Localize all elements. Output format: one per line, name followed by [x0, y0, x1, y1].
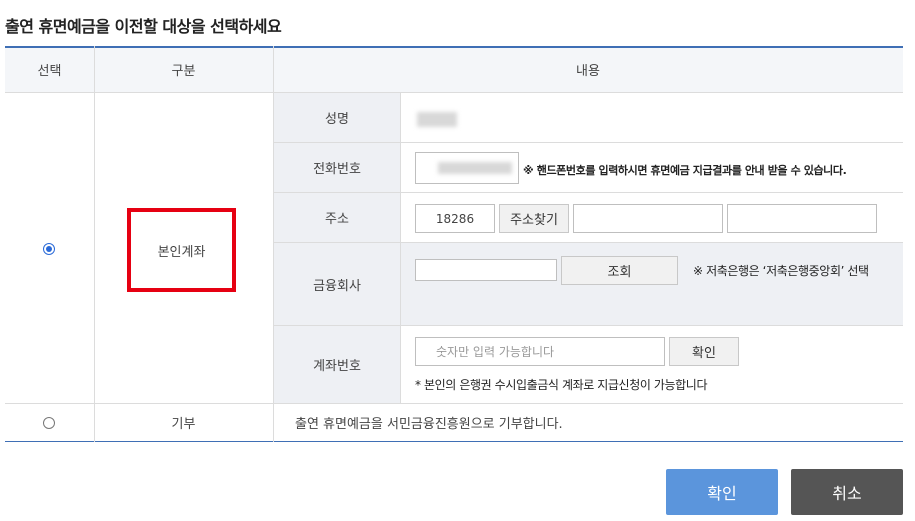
divider	[400, 93, 401, 403]
phone-input[interactable]	[415, 152, 519, 184]
address-detail-input[interactable]	[727, 204, 877, 233]
bank-search-button[interactable]: 조회	[561, 256, 678, 285]
cancel-button[interactable]: 취소	[791, 469, 903, 515]
zipcode-input[interactable]: 18286	[415, 204, 495, 233]
divider	[94, 46, 95, 442]
header-category: 구분	[94, 46, 273, 92]
masked-name	[417, 112, 457, 127]
account-confirm-button[interactable]: 확인	[669, 337, 739, 366]
donation-content: 출연 휴면예금을 서민금융진흥원으로 기부합니다.	[295, 417, 563, 432]
divider	[5, 92, 903, 93]
name-label: 성명	[274, 93, 400, 142]
address-label: 주소	[274, 193, 400, 242]
donation-radio[interactable]	[43, 417, 55, 429]
donation-label: 기부	[171, 417, 196, 432]
self-account-label: 본인계좌	[157, 244, 206, 260]
divider	[274, 142, 903, 143]
divider	[273, 46, 274, 442]
address-input[interactable]	[573, 204, 723, 233]
confirm-button[interactable]: 확인	[666, 469, 778, 515]
bank-input[interactable]	[415, 259, 557, 281]
self-account-label-highlight: 본인계좌	[127, 208, 236, 292]
header-content: 내용	[273, 46, 903, 92]
selection-table: 선택 구분 내용 성명 전화번호 주소 금융회사 계좌번호 본인계좌 ※ 핸드폰…	[5, 46, 903, 442]
divider	[274, 325, 903, 326]
bank-note: ※ 저축은행은 ‘저축은행중앙회’ 선택	[693, 264, 869, 278]
top-border	[5, 46, 903, 48]
divider	[274, 192, 903, 193]
page-title: 출연 휴면예금을 이전할 대상을 선택하세요	[5, 17, 282, 36]
bottom-border	[5, 441, 903, 442]
self-account-radio[interactable]	[43, 243, 55, 255]
account-note: * 본인의 은행권 수시입출금식 계좌로 지급신청이 가능합니다	[415, 378, 708, 392]
masked-phone	[438, 162, 512, 174]
address-search-button[interactable]: 주소찾기	[499, 204, 569, 233]
account-input[interactable]: 숫자만 입력 가능합니다	[415, 337, 665, 366]
divider	[274, 242, 903, 243]
bank-label: 금융회사	[274, 243, 400, 325]
account-label: 계좌번호	[274, 326, 400, 403]
phone-label: 전화번호	[274, 143, 400, 192]
header-select: 선택	[5, 46, 94, 92]
phone-note: ※ 핸드폰번호를 입력하시면 휴면예금 지급결과를 안내 받을 수 있습니다.	[523, 164, 847, 177]
